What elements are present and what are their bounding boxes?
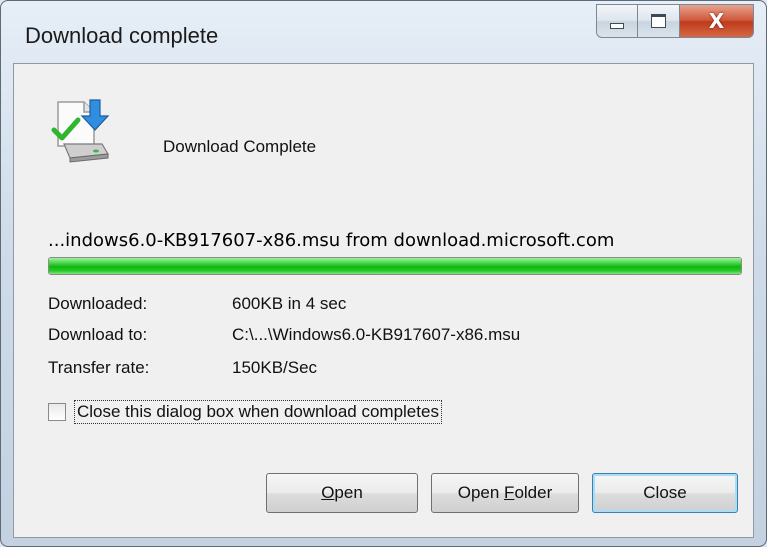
download-progress-bar (48, 257, 742, 275)
dialog-window: Download complete X Download Complete ..… (0, 0, 767, 547)
download-complete-icon (51, 99, 110, 163)
close-on-complete-checkbox[interactable] (48, 403, 66, 421)
close-on-complete-option[interactable]: Close this dialog box when download comp… (48, 400, 442, 424)
detail-label: Download to: (48, 325, 148, 344)
open-folder-accel: F (504, 483, 515, 502)
close-button[interactable]: Close (592, 473, 738, 513)
detail-label: Downloaded: (48, 294, 148, 313)
close-icon: X (708, 9, 725, 33)
detail-value: 600KB in 4 sec (232, 294, 347, 313)
open-folder-button[interactable]: Open Folder (431, 473, 579, 513)
minimize-icon (610, 23, 624, 29)
dialog-body: Download Complete ...indows6.0-KB917607-… (13, 63, 754, 538)
download-status-headline: Download Complete (163, 137, 317, 156)
open-folder-label-rest: older (514, 483, 553, 502)
close-button-label: Close (643, 483, 687, 502)
maximize-button[interactable] (638, 4, 680, 38)
minimize-button[interactable] (596, 4, 638, 38)
open-label-rest: pen (334, 483, 363, 502)
progress-fill (49, 258, 741, 274)
window-title: Download complete (25, 23, 219, 48)
close-on-complete-label[interactable]: Close this dialog box when download comp… (74, 400, 442, 424)
detail-value: 150KB/Sec (232, 358, 318, 377)
open-folder-label-pre: Open (457, 483, 505, 502)
open-accel: O (321, 483, 335, 502)
detail-label: Transfer rate: (48, 358, 150, 377)
maximize-icon (651, 14, 666, 28)
source-file-line: ...indows6.0-KB917607-x86.msu from downl… (48, 230, 615, 251)
open-button[interactable]: Open (266, 473, 418, 513)
detail-value: C:\...\Windows6.0-KB917607-x86.msu (232, 325, 521, 344)
window-controls: X (596, 4, 754, 38)
close-window-button[interactable]: X (680, 4, 754, 38)
